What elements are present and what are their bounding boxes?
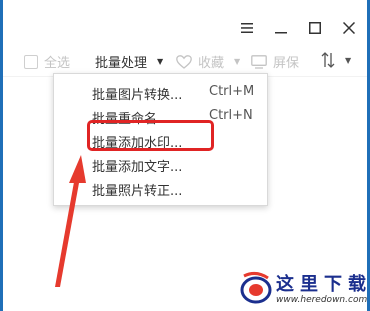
menu-item-shortcut: Ctrl+N: [209, 108, 253, 123]
menu-item-label: 批量图片转换...: [92, 88, 183, 103]
sort-button[interactable]: ▼: [321, 52, 351, 68]
menu-item-label: 批量添加文字...: [92, 160, 183, 175]
sort-icon: [321, 52, 335, 68]
select-all-checkbox[interactable]: [24, 54, 38, 69]
minimize-icon: [275, 32, 287, 34]
menu-button[interactable]: [230, 14, 264, 42]
monitor-icon: [251, 54, 267, 69]
batch-process-label: 批量处理: [95, 56, 148, 71]
highlight-box: [87, 120, 214, 151]
heart-icon: [176, 54, 192, 69]
wallpaper-button[interactable]: 屏保: [251, 52, 299, 71]
close-icon: [343, 22, 355, 34]
caret-down-icon: ▼: [157, 57, 164, 66]
maximize-icon: [309, 22, 321, 34]
select-all-button[interactable]: 全选: [24, 52, 70, 71]
caret-down-icon: ▼: [345, 55, 352, 65]
caret-down-icon: ▼: [234, 57, 241, 66]
menu-item-batch-text[interactable]: 批量添加文字...: [54, 152, 267, 175]
wallpaper-label: 屏保: [273, 56, 300, 71]
toolbar: 全选 批量处理 ▼ 收藏 ▼ 屏保 ▼: [3, 47, 367, 75]
batch-process-button[interactable]: 批量处理 ▼: [95, 52, 163, 71]
watermark-url: www.heredown.com: [276, 295, 368, 305]
minimize-button[interactable]: [264, 14, 298, 42]
select-all-label: 全选: [44, 56, 71, 71]
close-button[interactable]: [332, 14, 366, 42]
menu-item-shortcut: Ctrl+M: [209, 84, 255, 99]
favorite-button[interactable]: 收藏 ▼: [176, 52, 240, 71]
watermark-logo-icon: [240, 271, 272, 304]
menu-item-batch-convert[interactable]: 批量图片转换... Ctrl+M: [54, 80, 267, 103]
window-controls: [230, 14, 366, 42]
hamburger-icon: [241, 23, 253, 33]
menu-item-batch-rotate[interactable]: 批量照片转正...: [54, 176, 267, 199]
maximize-button[interactable]: [298, 14, 332, 42]
site-watermark: 这里下载 www.heredown.com: [236, 266, 370, 311]
favorite-label: 收藏: [198, 56, 225, 71]
menu-item-label: 批量照片转正...: [92, 184, 183, 199]
watermark-title: 这里下载: [276, 274, 370, 295]
